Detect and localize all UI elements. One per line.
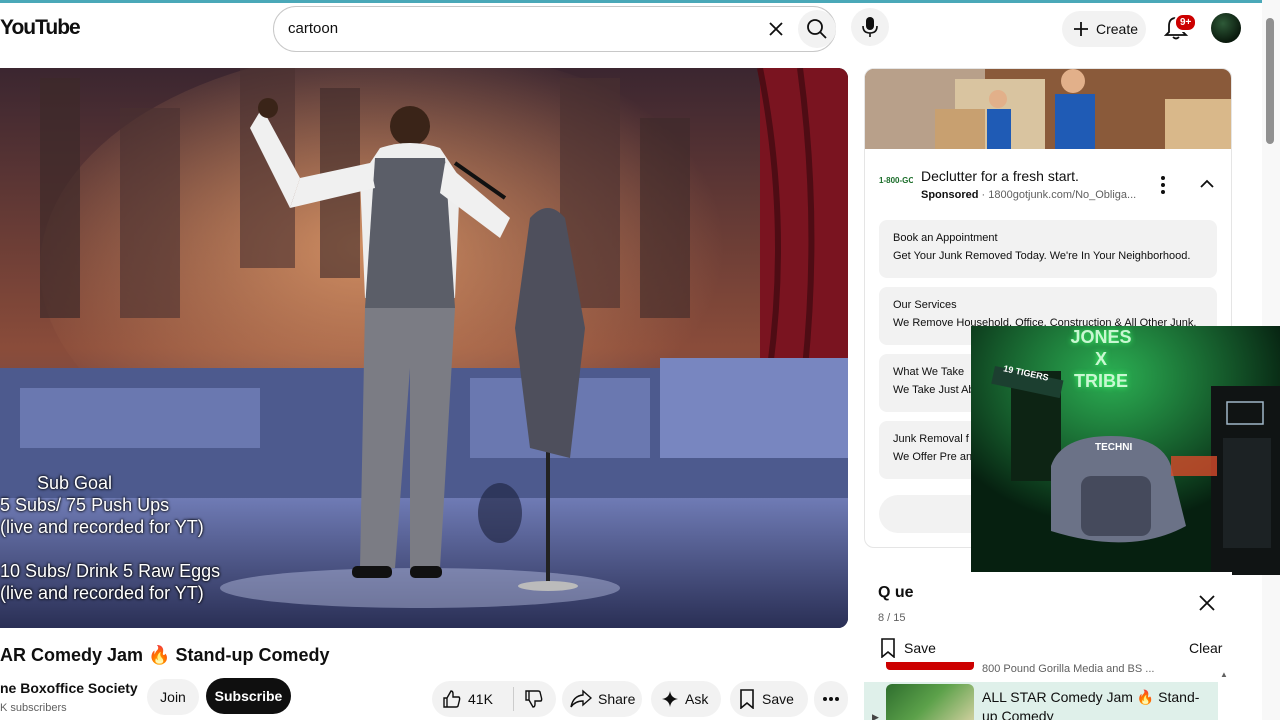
ad-menu-icon[interactable] xyxy=(1157,173,1169,197)
share-icon xyxy=(570,689,592,708)
bookmark-icon xyxy=(881,638,895,658)
neon-sign-line: TRIBE xyxy=(1074,371,1128,391)
sub-goal-line: (live and recorded for YT) xyxy=(0,517,204,537)
ad-sitelink-title: Book an Appointment xyxy=(893,232,998,244)
share-button[interactable]: Share xyxy=(562,681,642,717)
neon-sign: JONES X TRIBE xyxy=(1061,326,1141,392)
sub-goal-overlay-2: 10 Subs/ Drink 5 Raw Eggs (live and reco… xyxy=(0,560,220,604)
chair-brand-text: TECHNI xyxy=(1095,442,1133,453)
account-avatar[interactable] xyxy=(1211,13,1241,43)
search-input[interactable]: cartoon xyxy=(288,20,338,37)
search-button[interactable] xyxy=(798,10,836,48)
queue-current-title[interactable]: ALL STAR Comedy Jam 🔥 Stand-up Comedy xyxy=(982,688,1202,720)
video-frame xyxy=(0,68,848,628)
bookmark-icon xyxy=(740,689,754,709)
sub-goal-line: 10 Subs/ Drink 5 Raw Eggs xyxy=(0,561,221,581)
subscribe-button[interactable]: Subscribe xyxy=(206,678,291,714)
sparkle-icon xyxy=(662,691,678,707)
queue-position: 8 / 15 xyxy=(878,612,906,624)
ask-button[interactable]: Ask xyxy=(651,681,721,717)
neon-sign-line: X xyxy=(1094,349,1107,369)
advertiser-logo: 1-800-GOT-JUNK? xyxy=(879,176,913,185)
queue-scroll-up-arrow[interactable]: ▲ xyxy=(1220,670,1228,679)
window-top-border xyxy=(0,0,1280,3)
like-dislike-group: 41K xyxy=(432,681,556,717)
queue-current-thumbnail[interactable] xyxy=(886,684,974,720)
queue-current-item[interactable]: ▶ ALL STAR Comedy Jam 🔥 Stand-up Comedy xyxy=(864,682,1218,720)
queue-item-thumbnail[interactable] xyxy=(886,662,974,670)
ad-headline[interactable]: Declutter for a fresh start. xyxy=(921,168,1079,184)
now-playing-icon: ▶ xyxy=(872,712,879,720)
close-icon[interactable] xyxy=(1198,594,1216,612)
voice-search-button[interactable] xyxy=(851,8,889,46)
ad-domain: 1800gotjunk.com/No_Obliga... xyxy=(988,189,1137,201)
like-count: 41K xyxy=(468,691,493,707)
queue-title: Q ue xyxy=(878,584,914,601)
more-horizontal-icon xyxy=(823,697,839,701)
like-button[interactable]: 41K xyxy=(432,687,514,711)
ad-sponsored-line: Sponsored · 1800gotjunk.com/No_Obliga... xyxy=(921,189,1137,201)
plus-icon xyxy=(1074,22,1088,36)
chevron-up-icon[interactable] xyxy=(1198,175,1216,193)
ad-sitelink-desc: Get Your Junk Removed Today. We're In Yo… xyxy=(893,250,1191,262)
queue-save-button[interactable]: Save xyxy=(880,638,936,658)
sub-goal-overlay: Sub Goal 5 Subs/ 75 Push Ups (live and r… xyxy=(0,472,204,538)
queue-item-channel[interactable]: 800 Pound Gorilla Media and BS ... xyxy=(982,663,1154,675)
sponsored-label: Sponsored xyxy=(921,189,979,201)
queue-clear-button[interactable]: Clear xyxy=(1189,640,1222,656)
channel-name[interactable]: ne Boxoffice Society xyxy=(0,680,138,696)
ad-sitelink-book[interactable]: Book an Appointment Get Your Junk Remove… xyxy=(879,220,1217,278)
clear-search-icon[interactable] xyxy=(763,16,789,42)
microphone-icon xyxy=(862,17,878,37)
queue-save-label: Save xyxy=(904,640,936,656)
ad-banner-image[interactable] xyxy=(865,69,1232,149)
video-player[interactable]: Sub Goal 5 Subs/ 75 Push Ups (live and r… xyxy=(0,68,848,628)
sub-goal-line: (live and recorded for YT) xyxy=(0,583,204,603)
streamer-webcam-overlay: JONES X TRIBE 19 TIGERS TECHNI xyxy=(971,326,1280,575)
join-button[interactable]: Join xyxy=(147,679,199,715)
thumbs-up-icon xyxy=(443,690,461,708)
neon-sign-line: JONES xyxy=(1070,327,1132,347)
share-label: Share xyxy=(598,691,636,707)
youtube-logo[interactable]: YouTube xyxy=(0,16,81,40)
notification-badge: 9+ xyxy=(1174,13,1198,32)
ask-label: Ask xyxy=(685,691,709,707)
thumbs-down-icon xyxy=(525,690,543,708)
page-scrollbar-thumb[interactable] xyxy=(1266,18,1274,144)
search-icon xyxy=(807,19,827,39)
dislike-button[interactable] xyxy=(514,689,544,709)
sub-goal-line: 5 Subs/ 75 Push Ups xyxy=(0,495,170,515)
video-title: AR Comedy Jam 🔥 Stand-up Comedy xyxy=(0,645,330,665)
playlist-queue: Q ue 8 / 15 Save Clear 800 Pound Gorilla… xyxy=(864,572,1232,720)
create-button[interactable]: Create xyxy=(1062,11,1146,47)
sub-goal-heading: Sub Goal xyxy=(37,473,113,493)
save-button[interactable]: Save xyxy=(730,681,808,717)
search-box[interactable]: cartoon xyxy=(273,6,836,52)
create-label: Create xyxy=(1096,21,1139,37)
ad-sitelink-title: Our Services xyxy=(893,299,957,311)
save-label: Save xyxy=(762,691,794,707)
more-actions-button[interactable] xyxy=(814,681,848,717)
channel-subscriber-count: K subscribers xyxy=(0,702,67,714)
